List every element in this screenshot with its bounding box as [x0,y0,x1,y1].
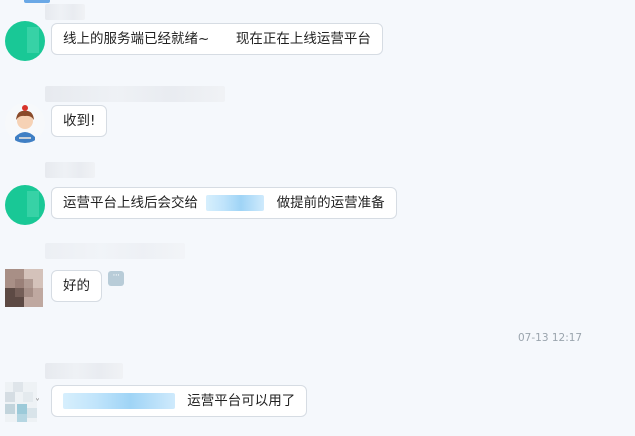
message-text: 运营平台上线后会交给 [63,195,198,211]
avatar[interactable] [5,21,45,61]
more-options-icon[interactable]: ··· [108,271,124,286]
message-bubble[interactable]: 运营平台上线后会交给 做提前的运营准备 [51,187,397,219]
message-bubble[interactable]: 好的 [51,270,102,302]
mention-blurred[interactable] [63,393,175,409]
sender-name-blurred [45,243,185,259]
message-text: 好的 [63,278,90,294]
avatar[interactable] [5,382,37,422]
message-text: 做提前的运营准备 [276,195,385,211]
caret-indicator: ˅ [35,398,40,409]
message-text: 运营平台可以用了 [187,393,296,409]
message-bubble[interactable]: 收到! [51,105,108,137]
sender-name-blurred [45,363,123,379]
message-bubble[interactable]: 线上的服务端已经就绪~ 现在正在上线运营平台 [51,23,383,55]
pixel-avatar-icon [5,382,37,422]
sender-name-blurred [45,4,85,20]
sender-name-blurred [45,162,95,178]
message-text: 现在正在上线运营平台 [235,31,371,47]
chat-window: 线上的服务端已经就绪~ 现在正在上线运营平台 收到! 运营平台上线后会交给 做提… [0,0,635,436]
avatar[interactable] [5,185,45,225]
cartoon-avatar-icon [5,103,45,143]
message-bubble[interactable]: 运营平台可以用了 [51,385,308,417]
message-text: 线上的服务端已经就绪~ [63,31,210,47]
avatar[interactable] [5,269,43,307]
avatar[interactable] [5,103,45,143]
photo-avatar-icon [5,269,43,307]
top-accent-bar [24,0,50,3]
message-timestamp: 07-13 12:17 [518,332,583,344]
message-text: 收到! [63,113,96,129]
sender-name-blurred [45,86,225,102]
mention-blurred[interactable] [206,195,265,211]
